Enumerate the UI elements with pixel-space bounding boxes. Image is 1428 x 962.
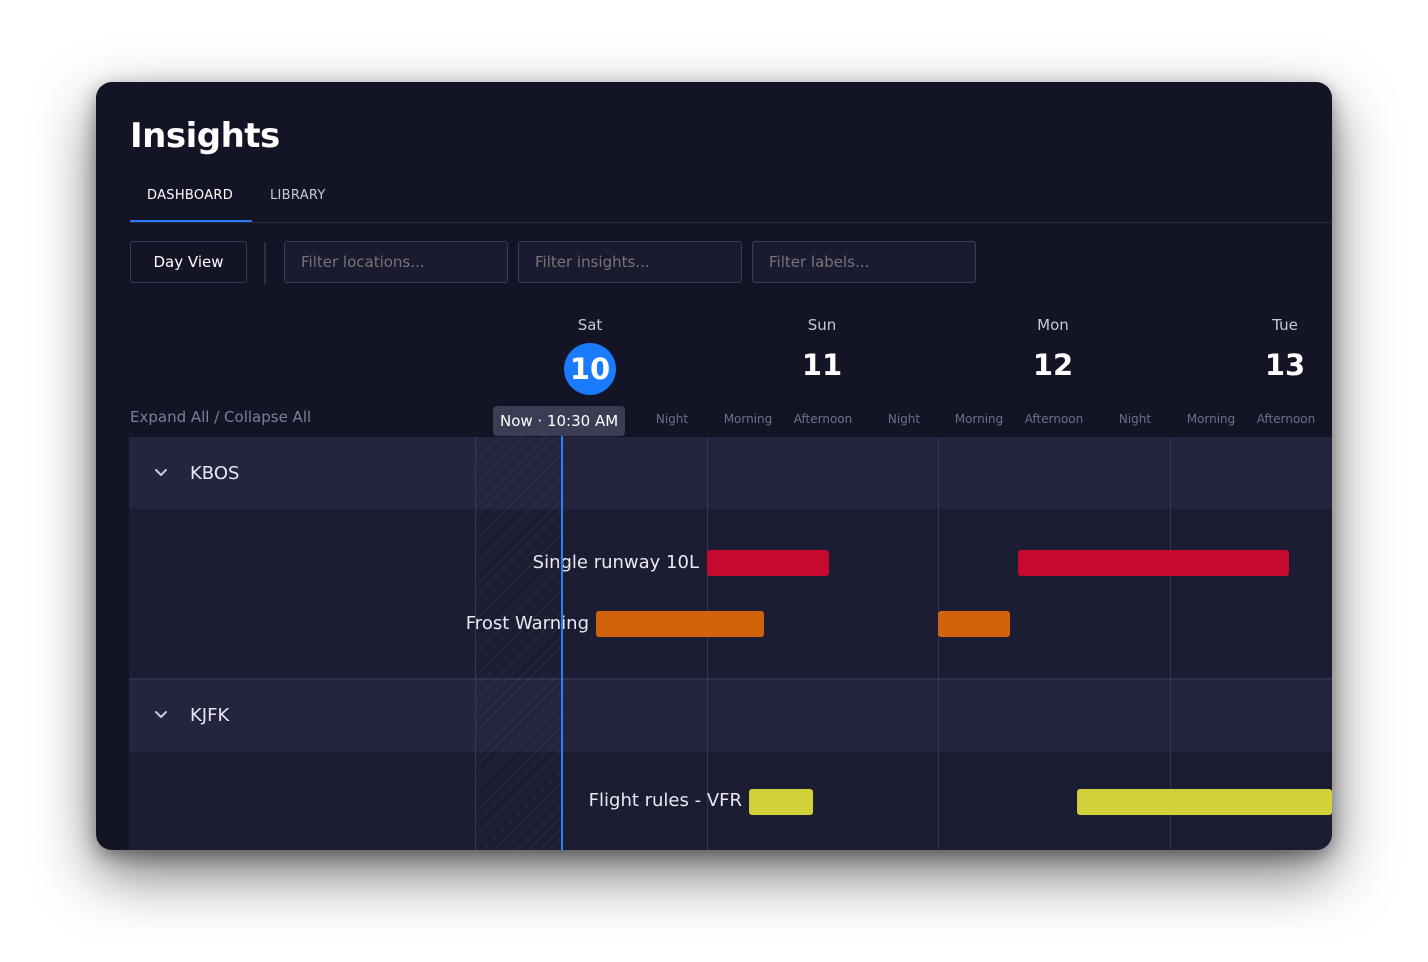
tab-library[interactable]: LIBRARY: [270, 188, 326, 203]
group-header-kjfk[interactable]: [129, 680, 1332, 752]
insight-label: Single runway 10L: [532, 552, 699, 573]
day-number-sun[interactable]: 11: [802, 348, 842, 382]
chevron-down-icon[interactable]: [154, 708, 168, 722]
insight-bar[interactable]: [707, 550, 829, 576]
slot-label: Afternoon: [1024, 412, 1084, 426]
day-number-today[interactable]: 10: [564, 343, 616, 395]
day-name-sat: Sat: [577, 316, 603, 334]
toolbar-separator: [264, 242, 266, 284]
chevron-down-icon[interactable]: [154, 466, 168, 480]
slot-label: Morning: [723, 412, 773, 426]
insight-bar[interactable]: [938, 611, 1010, 637]
group-header-kbos[interactable]: [129, 437, 1332, 509]
slot-label: Night: [887, 412, 921, 426]
slot-label: Night: [655, 412, 689, 426]
slot-label: Morning: [954, 412, 1004, 426]
day-number-tue[interactable]: 13: [1265, 348, 1305, 382]
slot-label: Morning: [1186, 412, 1236, 426]
filter-locations-input[interactable]: [284, 241, 508, 283]
tabs-divider: [130, 222, 1332, 223]
app-window: Insights DASHBOARD LIBRARY Day View Sat …: [96, 82, 1332, 850]
day-name-mon: Mon: [1037, 316, 1069, 334]
insight-bar[interactable]: [749, 789, 813, 815]
day-number-mon[interactable]: 12: [1033, 348, 1073, 382]
day-view-button[interactable]: Day View: [130, 241, 247, 283]
now-indicator-tag: Now · 10:30 AM: [493, 406, 626, 436]
expand-collapse-all-link[interactable]: Expand All / Collapse All: [130, 408, 311, 426]
insight-bar[interactable]: [1077, 789, 1332, 815]
insight-label: Flight rules - VFR: [588, 790, 742, 811]
slot-label: Afternoon: [1256, 412, 1316, 426]
day-name-tue: Tue: [1272, 316, 1298, 334]
day-divider: [938, 437, 939, 850]
filter-labels-input[interactable]: [752, 241, 976, 283]
tab-dashboard[interactable]: DASHBOARD: [147, 188, 233, 203]
day-divider: [707, 437, 708, 850]
day-name-sun: Sun: [807, 316, 837, 334]
slot-label: Night: [1118, 412, 1152, 426]
slot-label: Afternoon: [793, 412, 853, 426]
filter-insights-input[interactable]: [518, 241, 742, 283]
past-time-hatch: [475, 437, 563, 850]
insight-label: Frost Warning: [465, 613, 589, 634]
insight-bar[interactable]: [596, 611, 764, 637]
group-label-kjfk: KJFK: [190, 705, 230, 726]
group-label-kbos: KBOS: [190, 463, 240, 484]
now-indicator-line: [561, 422, 563, 850]
insight-bar[interactable]: [1018, 550, 1289, 576]
page-title: Insights: [130, 116, 280, 156]
